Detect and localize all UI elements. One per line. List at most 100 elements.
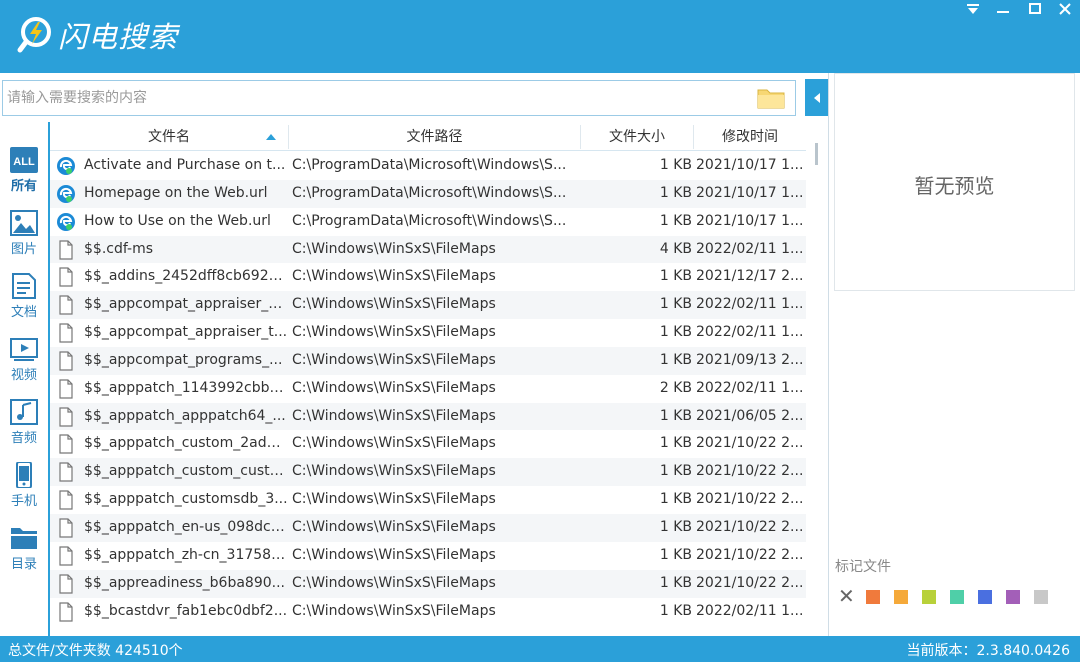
close-button[interactable]: [1050, 0, 1080, 18]
edge-icon: [56, 184, 76, 204]
file-size-cell: 1 KB: [659, 518, 692, 535]
modified-time-cell: 2022/02/11 1...: [696, 324, 804, 341]
file-name-cell: $$_appcompat_programs_...: [84, 351, 283, 368]
scrollbar-thumb[interactable]: [815, 143, 818, 165]
table-row[interactable]: $$_bcastdvr_fab1ebc0dbf2... C:\Windows\Wi…: [50, 598, 806, 626]
file-name-cell: Activate and Purchase on t...: [84, 157, 286, 173]
clear-mark-icon[interactable]: ✕: [838, 586, 855, 606]
modified-time-cell: 2021/10/22 2...: [696, 546, 804, 563]
file-path-cell: C:\Windows\WinSxS\FileMaps: [292, 574, 496, 591]
column-header-path[interactable]: 文件路径: [289, 123, 580, 151]
category-label: 手机: [10, 494, 37, 509]
file-name-cell: $$_appcompat_appraiser_3...: [84, 296, 288, 313]
preview-panel: 暂无预览: [834, 73, 1075, 291]
menu-dropdown-button[interactable]: [958, 0, 988, 18]
category-directory[interactable]: 目录: [0, 521, 48, 581]
mark-color-amber[interactable]: [894, 590, 908, 604]
mark-color-orange[interactable]: [866, 590, 880, 604]
table-row[interactable]: $$_apppatch_custom_2adff... C:\Windows\Wi…: [50, 430, 806, 458]
file-size-cell: 1 KB: [659, 296, 692, 313]
mark-color-purple[interactable]: [1006, 590, 1020, 604]
table-row[interactable]: Homepage on the Web.url C:\ProgramData\Mi…: [50, 179, 806, 208]
logo-icon: [17, 17, 51, 53]
table-row[interactable]: Activate and Purchase on t... C:\ProgramD…: [50, 152, 806, 180]
table-row[interactable]: $$_appcompat_appraiser_3... C:\Windows\Wi…: [50, 291, 806, 320]
table-row[interactable]: How to Use on the Web.url C:\ProgramData\…: [50, 208, 806, 236]
file-path-cell: C:\Windows\WinSxS\FileMaps: [292, 268, 496, 285]
category-audio[interactable]: 音频: [0, 395, 48, 455]
file-name-cell: $$_appcompat_appraiser_t...: [84, 324, 288, 341]
column-header-name[interactable]: 文件名: [50, 123, 288, 151]
minimize-button[interactable]: [988, 0, 1018, 18]
modified-time-cell: 2021/09/13 2...: [696, 351, 804, 368]
toggle-preview-button[interactable]: [805, 79, 828, 116]
table-row[interactable]: $$_apppatch_1143992cbbb... C:\Windows\Win…: [50, 375, 806, 403]
file-size-cell: 1 KB: [659, 602, 692, 619]
file-name-cell: $$_bcastdvr_fab1ebc0dbf2...: [84, 602, 288, 619]
file-table: 文件名 文件路径 文件大小 修改时间 Activate and Purchase…: [50, 123, 806, 636]
mark-color-blue[interactable]: [978, 590, 992, 604]
category-phone[interactable]: 手机: [0, 458, 48, 518]
file-path-cell: C:\Windows\WinSxS\FileMaps: [292, 518, 496, 535]
minimize-icon: [997, 11, 1009, 13]
category-document[interactable]: 文档: [0, 269, 48, 329]
status-bar: 总文件/文件夹数 424510个 当前版本：2.3.840.0426: [0, 636, 1080, 662]
mark-color-gray[interactable]: [1034, 590, 1048, 604]
modified-time-cell: 2021/06/05 2...: [696, 407, 804, 424]
table-header: 文件名 文件路径 文件大小 修改时间: [50, 123, 806, 151]
modified-time-cell: 2021/12/17 2...: [696, 268, 804, 285]
table-row[interactable]: $$_appcompat_programs_... C:\Windows\WinS…: [50, 346, 806, 375]
mark-color-lime[interactable]: [922, 590, 936, 604]
maximize-button[interactable]: [1020, 0, 1050, 18]
search-input[interactable]: [7, 87, 747, 109]
file-path-cell: C:\Windows\WinSxS\FileMaps: [292, 602, 496, 619]
column-header-label: 文件名: [148, 129, 190, 145]
phone-icon: [16, 462, 32, 488]
table-row[interactable]: $$_apppatch_zh-cn_31758f... C:\Windows\Wi…: [50, 542, 806, 570]
file-size-cell: 1 KB: [659, 351, 692, 368]
file-name-cell: $$_apppatch_1143992cbbb...: [84, 379, 288, 396]
file-path-cell: C:\Windows\WinSxS\FileMaps: [292, 324, 496, 341]
file-name-cell: $$.cdf-ms: [84, 240, 153, 257]
file-icon: [56, 518, 76, 538]
mark-files-label: 标记文件: [835, 559, 891, 575]
file-name-cell: Homepage on the Web.url: [84, 184, 268, 201]
modified-time-cell: 2021/10/22 2...: [696, 463, 804, 480]
browse-folder-button[interactable]: [756, 86, 786, 110]
app-title: 闪电搜索: [58, 20, 179, 54]
file-path-cell: C:\ProgramData\Microsoft\Windows\S...: [292, 212, 567, 229]
table-row[interactable]: $$.cdf-ms C:\Windows\WinSxS\FileMaps 4 KB 2…: [50, 235, 806, 264]
column-header-modified[interactable]: 修改时间: [694, 123, 806, 151]
file-icon: [56, 434, 76, 455]
svg-text:ALL: ALL: [13, 156, 35, 168]
table-row[interactable]: $$_apppatch_apppatch64_... C:\Windows\Win…: [50, 402, 806, 431]
video-icon: [10, 338, 38, 361]
category-sidebar: ALL 所有 图片 文档 视频 音频 手机 目录: [0, 143, 48, 593]
table-row[interactable]: $$_addins_2452dff8cb692c... C:\Windows\Wi…: [50, 263, 806, 291]
audio-icon: [10, 399, 38, 425]
mark-color-teal[interactable]: [950, 590, 964, 604]
table-row[interactable]: $$_appcompat_appraiser_t... C:\Windows\Wi…: [50, 319, 806, 347]
table-row[interactable]: $$_apppatch_custom_custo... C:\Windows\Wi…: [50, 458, 806, 487]
file-size-cell: 1 KB: [659, 574, 692, 591]
file-size-cell: 1 KB: [659, 435, 692, 452]
file-size-cell: 1 KB: [659, 491, 692, 508]
close-icon: [1059, 3, 1071, 15]
file-size-cell: 1 KB: [659, 407, 692, 424]
file-icon: [56, 295, 76, 315]
category-label: 文档: [10, 305, 37, 320]
category-label: 图片: [10, 242, 37, 257]
category-image[interactable]: 图片: [0, 206, 48, 266]
table-row[interactable]: $$_apppatch_en-us_098dc8... C:\Windows\Wi…: [50, 513, 806, 542]
table-row[interactable]: $$_appreadiness_b6ba890... C:\Windows\Win…: [50, 569, 806, 598]
table-row[interactable]: $$_apppatch_customsdb_3... C:\Windows\Win…: [50, 486, 806, 514]
file-name-cell: $$_addins_2452dff8cb692c...: [84, 268, 288, 285]
category-label: 目录: [10, 557, 37, 572]
file-path-cell: C:\Windows\WinSxS\FileMaps: [292, 240, 496, 257]
column-header-size[interactable]: 文件大小: [581, 123, 693, 151]
category-video[interactable]: 视频: [0, 332, 48, 392]
folder-icon: [757, 89, 785, 109]
category-all[interactable]: ALL 所有: [0, 143, 48, 203]
file-size-cell: 1 KB: [659, 268, 692, 285]
vertical-scrollbar[interactable]: [806, 123, 828, 636]
